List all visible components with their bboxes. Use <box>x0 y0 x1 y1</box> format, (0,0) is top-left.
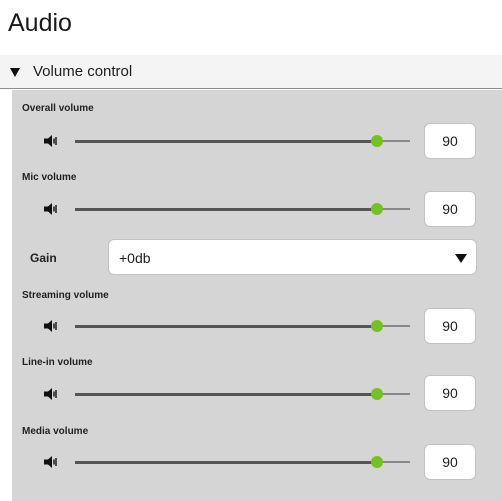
media-volume-label: Media volume <box>22 426 89 437</box>
expand-caret-icon[interactable] <box>10 68 20 77</box>
streaming-volume-slider[interactable] <box>75 320 410 332</box>
speaker-icon <box>44 388 58 400</box>
speaker-icon <box>44 135 58 147</box>
speaker-icon <box>44 203 58 215</box>
streaming-volume-label: Streaming volume <box>22 290 109 301</box>
line-in-volume-slider-thumb[interactable] <box>370 388 383 400</box>
volume-control-section-header[interactable]: Volume control <box>0 55 502 89</box>
media-volume-input[interactable]: 90 <box>424 444 476 480</box>
overall-volume-input[interactable]: 90 <box>424 123 476 159</box>
overall-volume-slider-thumb[interactable] <box>370 135 383 147</box>
overall-volume-label: Overall volume <box>22 103 94 114</box>
mic-volume-slider[interactable] <box>75 203 410 215</box>
gain-label: Gain <box>30 251 57 265</box>
gain-select[interactable]: +0db <box>108 239 477 275</box>
mic-volume-slider-thumb[interactable] <box>370 203 383 215</box>
media-volume-slider[interactable] <box>75 456 410 468</box>
gain-selected-value: +0db <box>119 250 151 266</box>
speaker-icon <box>44 320 58 332</box>
media-volume-slider-thumb[interactable] <box>370 456 383 468</box>
line-in-volume-slider[interactable] <box>75 388 410 400</box>
page-title: Audio <box>8 9 72 37</box>
overall-volume-slider[interactable] <box>75 135 410 147</box>
streaming-volume-input[interactable]: 90 <box>424 308 476 344</box>
line-in-volume-label: Line-in volume <box>22 357 93 368</box>
chevron-down-icon[interactable] <box>455 254 467 263</box>
mic-volume-input[interactable]: 90 <box>424 191 476 227</box>
line-in-volume-input[interactable]: 90 <box>424 375 476 411</box>
section-title: Volume control <box>33 63 133 80</box>
mic-volume-label: Mic volume <box>22 172 77 183</box>
speaker-icon <box>44 456 58 468</box>
streaming-volume-slider-thumb[interactable] <box>370 320 383 332</box>
